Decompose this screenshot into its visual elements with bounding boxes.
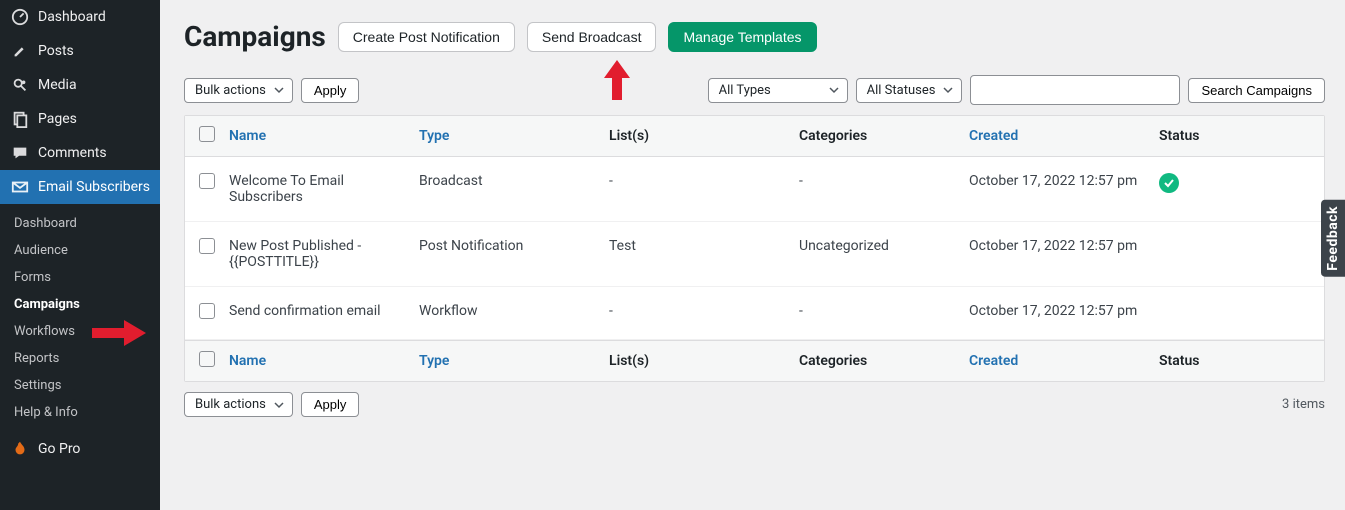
cell-type: Post Notification <box>419 238 609 254</box>
send-broadcast-button[interactable]: Send Broadcast <box>527 22 657 52</box>
chevron-down-icon <box>274 400 284 410</box>
chevron-down-icon <box>829 85 839 95</box>
cell-created: October 17, 2022 12:57 pm <box>969 173 1159 189</box>
apply-button-bottom[interactable]: Apply <box>301 392 360 417</box>
cell-lists: - <box>609 173 799 189</box>
filter-types-label: All Types <box>719 83 771 98</box>
sidebar-sub-help[interactable]: Help & Info <box>0 399 160 426</box>
feedback-tab[interactable]: Feedback <box>1321 200 1345 277</box>
status-active-icon <box>1159 173 1179 193</box>
column-categories: Categories <box>799 353 969 369</box>
cell-lists: - <box>609 303 799 319</box>
row-checkbox[interactable] <box>199 238 215 254</box>
sidebar-item-dashboard[interactable]: Dashboard <box>0 0 160 34</box>
manage-templates-button[interactable]: Manage Templates <box>668 22 816 52</box>
page-title: Campaigns <box>184 20 326 53</box>
sidebar-item-label: Comments <box>38 145 107 161</box>
sidebar-item-label: Posts <box>38 43 74 59</box>
bulk-actions-label: Bulk actions <box>195 83 266 98</box>
sidebar-sub-campaigns[interactable]: Campaigns <box>0 291 160 318</box>
sidebar-submenu: Dashboard Audience Forms Campaigns Workf… <box>0 204 160 432</box>
cell-created: October 17, 2022 12:57 pm <box>969 238 1159 254</box>
table-row: New Post Published - {{POSTTITLE}} Post … <box>185 222 1324 287</box>
cell-name[interactable]: New Post Published - {{POSTTITLE}} <box>229 238 419 270</box>
mail-icon <box>10 178 30 196</box>
bulk-actions-select[interactable]: Bulk actions <box>184 78 293 103</box>
sidebar-item-media[interactable]: Media <box>0 68 160 102</box>
filter-row-top: Bulk actions Apply All Types All Statuse… <box>184 75 1325 105</box>
filter-row-bottom: Bulk actions Apply 3 items <box>184 392 1325 421</box>
fire-icon <box>10 440 30 458</box>
search-campaigns-button[interactable]: Search Campaigns <box>1188 78 1325 103</box>
column-status: Status <box>1159 128 1310 144</box>
cell-categories: - <box>799 303 969 319</box>
comment-icon <box>10 144 30 162</box>
cell-type: Broadcast <box>419 173 609 189</box>
table-header: Name Type List(s) Categories Created Sta… <box>185 116 1324 157</box>
column-name[interactable]: Name <box>229 128 419 144</box>
apply-button-top[interactable]: Apply <box>301 78 360 103</box>
pages-icon <box>10 110 30 128</box>
filter-statuses-select[interactable]: All Statuses <box>856 78 963 103</box>
page-header: Campaigns Create Post Notification Send … <box>184 20 1325 53</box>
column-status: Status <box>1159 353 1310 369</box>
bulk-actions-select-bottom[interactable]: Bulk actions <box>184 392 293 417</box>
cell-name[interactable]: Welcome To Email Subscribers <box>229 173 419 205</box>
main-content: Campaigns Create Post Notification Send … <box>160 0 1345 510</box>
cell-type: Workflow <box>419 303 609 319</box>
column-lists: List(s) <box>609 353 799 369</box>
cell-name[interactable]: Send confirmation email <box>229 303 419 319</box>
sidebar-item-pages[interactable]: Pages <box>0 102 160 136</box>
admin-sidebar: Dashboard Posts Media Pages Comments Ema… <box>0 0 160 510</box>
row-checkbox[interactable] <box>199 173 215 189</box>
dashboard-icon <box>10 8 30 26</box>
filter-types-select[interactable]: All Types <box>708 78 848 103</box>
sidebar-item-email-subscribers[interactable]: Email Subscribers <box>0 170 160 204</box>
sidebar-item-posts[interactable]: Posts <box>0 34 160 68</box>
table-row: Send confirmation email Workflow - - Oct… <box>185 287 1324 340</box>
cell-created: October 17, 2022 12:57 pm <box>969 303 1159 319</box>
column-type[interactable]: Type <box>419 353 609 369</box>
column-created[interactable]: Created <box>969 128 1159 144</box>
row-checkbox[interactable] <box>199 303 215 319</box>
sidebar-item-comments[interactable]: Comments <box>0 136 160 170</box>
column-created[interactable]: Created <box>969 353 1159 369</box>
chevron-down-icon <box>274 85 284 95</box>
pin-icon <box>10 42 30 60</box>
sidebar-sub-forms[interactable]: Forms <box>0 264 160 291</box>
select-all-checkbox-footer[interactable] <box>199 351 215 367</box>
sidebar-item-label: Pages <box>38 111 77 127</box>
create-post-notification-button[interactable]: Create Post Notification <box>338 22 515 52</box>
sidebar-sub-dashboard[interactable]: Dashboard <box>0 210 160 237</box>
sidebar-sub-audience[interactable]: Audience <box>0 237 160 264</box>
column-type[interactable]: Type <box>419 128 609 144</box>
campaigns-table: Name Type List(s) Categories Created Sta… <box>184 115 1325 382</box>
cell-status <box>1159 173 1310 193</box>
cell-categories: - <box>799 173 969 189</box>
filter-statuses-label: All Statuses <box>867 83 936 98</box>
sidebar-item-label: Email Subscribers <box>38 179 150 195</box>
column-name[interactable]: Name <box>229 353 419 369</box>
sidebar-sub-reports[interactable]: Reports <box>0 345 160 372</box>
bulk-actions-label: Bulk actions <box>195 397 266 412</box>
sidebar-item-gopro[interactable]: Go Pro <box>0 432 160 466</box>
select-all-checkbox[interactable] <box>199 126 215 142</box>
chevron-down-icon <box>943 85 953 95</box>
table-row: Welcome To Email Subscribers Broadcast -… <box>185 157 1324 222</box>
search-input[interactable] <box>970 75 1180 105</box>
items-count: 3 items <box>1282 397 1325 412</box>
cell-lists: Test <box>609 238 799 254</box>
sidebar-sub-workflows[interactable]: Workflows <box>0 318 160 345</box>
column-lists: List(s) <box>609 128 799 144</box>
sidebar-item-label: Go Pro <box>38 441 80 457</box>
sidebar-item-label: Media <box>38 77 77 93</box>
sidebar-item-label: Dashboard <box>38 9 106 25</box>
cell-categories: Uncategorized <box>799 238 969 254</box>
media-icon <box>10 76 30 94</box>
sidebar-sub-settings[interactable]: Settings <box>0 372 160 399</box>
table-footer: Name Type List(s) Categories Created Sta… <box>185 340 1324 381</box>
column-categories: Categories <box>799 128 969 144</box>
